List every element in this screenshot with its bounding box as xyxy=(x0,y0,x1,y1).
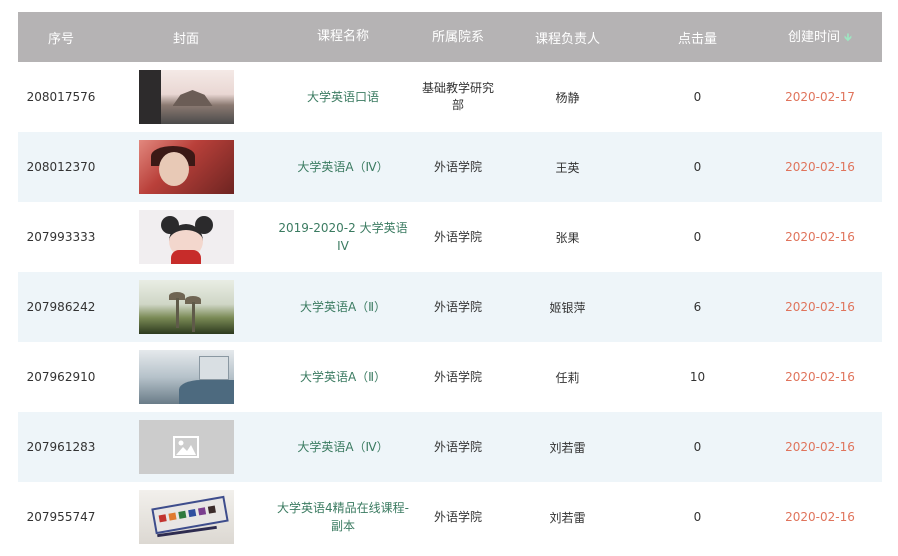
table-row: 207986242 大学英语A（Ⅱ） 外语学院 姬银萍 6 2020-02-16 xyxy=(18,272,882,342)
course-cover-image[interactable] xyxy=(138,140,234,194)
header-index: 序号 xyxy=(47,31,74,47)
row-clicks: 10 xyxy=(689,370,706,384)
table-row: 208017576 大学英语口语 基础教学研究部 杨静 0 2020-02-17 xyxy=(18,62,882,132)
row-department: 基础教学研究部 xyxy=(421,81,494,112)
course-name-link[interactable]: 大学英语A（Ⅱ） xyxy=(268,298,418,316)
header-owner: 课程负责人 xyxy=(534,31,600,47)
table-row: 207962910 大学英语A（Ⅱ） 外语学院 任莉 10 2020-02-16 xyxy=(18,342,882,412)
row-owner: 刘若雷 xyxy=(549,510,586,525)
row-owner: 刘若雷 xyxy=(549,440,586,455)
row-owner: 杨静 xyxy=(555,90,580,105)
row-index: 207962910 xyxy=(26,370,96,384)
header-clicks[interactable]: 点击量 xyxy=(637,28,758,47)
row-clicks: 0 xyxy=(693,160,702,174)
row-owner: 任莉 xyxy=(555,370,580,385)
row-index: 208017576 xyxy=(26,90,96,104)
row-clicks: 0 xyxy=(693,440,702,454)
row-department: 外语学院 xyxy=(433,509,482,524)
row-created: 2020-02-16 xyxy=(785,440,855,454)
row-created: 2020-02-16 xyxy=(785,370,855,384)
course-name-link[interactable]: 大学英语A（Ⅱ） xyxy=(268,368,418,386)
course-cover-image[interactable] xyxy=(138,210,234,264)
course-cover-image[interactable] xyxy=(138,490,234,544)
table-row: 207993333 2019-2020-2 大学英语 IV 外语学院 张果 0 … xyxy=(18,202,882,272)
row-index: 207955747 xyxy=(26,510,96,524)
course-cover-image[interactable] xyxy=(138,350,234,404)
row-index: 207986242 xyxy=(26,300,96,314)
row-index: 207961283 xyxy=(26,440,96,454)
course-cover-image[interactable] xyxy=(138,420,234,474)
row-created: 2020-02-16 xyxy=(785,300,855,314)
header-cover: 封面 xyxy=(172,31,199,47)
header-created[interactable]: 创建时间 🡻 xyxy=(758,26,882,48)
row-clicks: 0 xyxy=(693,510,702,524)
row-clicks: 0 xyxy=(693,90,702,104)
header-course-name: 课程名称 xyxy=(316,29,369,44)
course-cover-image[interactable] xyxy=(138,280,234,334)
row-department: 外语学院 xyxy=(433,369,482,384)
row-clicks: 0 xyxy=(693,230,702,244)
table-row: 207961283 大学英语A（Ⅳ） 外语学院 刘若雷 0 2020-02-16 xyxy=(18,412,882,482)
course-name-link[interactable]: 大学英语A（Ⅳ） xyxy=(268,158,418,176)
table-row: 208012370 大学英语A（Ⅳ） 外语学院 王英 0 2020-02-16 xyxy=(18,132,882,202)
table-header: 序号 封面 课程名称 所属院系 课程负责人 点击量 创建时间 🡻 xyxy=(18,12,882,62)
row-department: 外语学院 xyxy=(433,299,482,314)
row-owner: 张果 xyxy=(555,230,580,245)
row-index: 207993333 xyxy=(26,230,96,244)
course-name-link[interactable]: 大学英语口语 xyxy=(268,88,418,106)
row-index: 208012370 xyxy=(26,160,96,174)
row-department: 外语学院 xyxy=(433,159,482,174)
row-owner: 王英 xyxy=(555,160,580,175)
row-clicks: 6 xyxy=(693,300,702,314)
row-created: 2020-02-16 xyxy=(785,160,855,174)
header-created-label: 创建时间 xyxy=(788,30,841,45)
header-department: 所属院系 xyxy=(431,29,484,45)
course-name-link[interactable]: 大学英语4精品在线课程-副本 xyxy=(268,499,418,535)
row-created: 2020-02-16 xyxy=(785,510,855,524)
image-placeholder-icon xyxy=(173,436,199,458)
table-row: 207955747 大学英语4精品在线课程-副本 外语学院 刘若雷 0 2020… xyxy=(18,482,882,552)
row-department: 外语学院 xyxy=(433,229,482,244)
row-department: 外语学院 xyxy=(433,439,482,454)
course-name-link[interactable]: 大学英语A（Ⅳ） xyxy=(268,438,418,456)
course-name-link[interactable]: 2019-2020-2 大学英语 IV xyxy=(268,219,418,255)
row-created: 2020-02-16 xyxy=(785,230,855,244)
row-created: 2020-02-17 xyxy=(785,90,855,104)
arrow-down-icon[interactable]: 🡻 xyxy=(844,29,852,48)
course-table: 序号 封面 课程名称 所属院系 课程负责人 点击量 创建时间 🡻 20801757… xyxy=(18,12,882,552)
row-owner: 姬银萍 xyxy=(549,300,586,315)
course-cover-image[interactable] xyxy=(138,70,234,124)
